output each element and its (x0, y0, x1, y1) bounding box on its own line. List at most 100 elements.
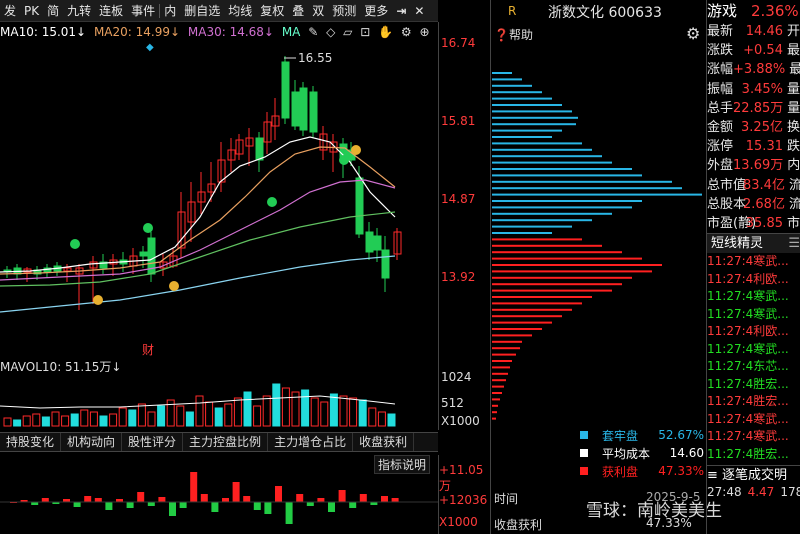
indicator-bar (105, 502, 113, 510)
chip-bar (492, 379, 506, 382)
feed-item[interactable]: 11:27:4寒武... (707, 411, 800, 429)
feed-item[interactable]: 11:27:4寒武... (707, 306, 800, 324)
settings-extra-icon[interactable]: ⊕ (419, 25, 429, 39)
feed-menu-icon[interactable]: ☰ (788, 234, 800, 253)
collapse-icon[interactable]: ≡ (707, 468, 718, 483)
fill-icon[interactable]: ▱ (343, 25, 352, 39)
quote-suffix: 开 (786, 24, 800, 39)
volume-bar (61, 415, 70, 427)
feed-time: 11:27:4 (707, 324, 754, 339)
chip-bar (492, 136, 552, 138)
toolbar-item-jiuzhuan[interactable]: 九转 (63, 0, 95, 22)
chip-bar (492, 417, 496, 420)
toolbar-item-fa[interactable]: 发 (0, 0, 20, 22)
indicator-bar (179, 502, 187, 508)
volume-bar (329, 393, 338, 427)
feed-item[interactable]: 11:27:4胜宏... (707, 393, 800, 411)
feed-item[interactable]: 11:27:4寒武... (707, 288, 800, 306)
chip-stats: 套牢盘 52.67% 平均成本 14.60 获利盘 47.33% (580, 426, 704, 480)
toolbar-item-pk[interactable]: PK (20, 0, 43, 22)
price-tick: 15.81 (441, 114, 476, 128)
indicator-bars-group (10, 472, 399, 524)
indicator-bar (359, 494, 367, 502)
toolbar-item-dual[interactable]: 双 (308, 0, 328, 22)
volume-bar (272, 383, 281, 427)
close-icon[interactable]: ✕ (410, 0, 428, 22)
tab-main-control[interactable]: 主力控盘比例 (183, 433, 269, 451)
volume-chart[interactable] (0, 360, 438, 430)
lock-icon[interactable]: ⊡ (360, 25, 370, 39)
quote-label: 总市值 (707, 177, 747, 193)
deal-row: 27:48 4.47 1788 (707, 485, 800, 499)
tab-stock-score[interactable]: 股性评分 (122, 433, 184, 451)
chip-bar (492, 257, 642, 260)
chip-stat-trapped: 套牢盘 52.67% (580, 426, 704, 444)
kline-chart[interactable]: 16.55 财 ◆ (0, 42, 438, 362)
indicator-unit: X1000 (439, 515, 478, 529)
indicator-bar (232, 482, 240, 502)
indicator-tick: +11.05万 (439, 463, 484, 493)
erase-icon[interactable]: ◇ (326, 25, 335, 39)
feed-header[interactable]: 短线精灵 ☰ (707, 233, 800, 254)
feed-time: 11:27:4 (707, 306, 754, 321)
chip-bar (492, 212, 612, 215)
toolbar-item-nei[interactable]: 内 (160, 0, 180, 22)
quote-value: 15.31 (745, 139, 783, 155)
tab-holding-change[interactable]: 持股变化 (0, 433, 62, 451)
chip-bar (492, 385, 504, 388)
feed-item[interactable]: 11:27:4寒武... (707, 341, 800, 359)
volume-bar (368, 407, 377, 427)
feed-text: 寒武... (753, 429, 789, 444)
volume-bar (128, 409, 137, 427)
volume-bar (109, 413, 118, 427)
toolbar-item-ma[interactable]: 均线 (224, 0, 256, 22)
candle-body (299, 87, 308, 131)
feed-item[interactable]: 11:27:4利欧... (707, 271, 800, 289)
quote-suffix: 最 (789, 60, 800, 79)
quote-row: 振幅 3.45% 量 (707, 80, 800, 99)
volume-bar (339, 395, 348, 427)
toolbar-item-adjust[interactable]: 复权 (256, 0, 288, 22)
chip-bar (492, 315, 562, 318)
volume-bar (118, 407, 127, 427)
toolbar-item-events[interactable]: 事件 (127, 0, 159, 22)
tab-close-profit[interactable]: 收盘获利 (353, 433, 415, 451)
volume-bar (176, 405, 185, 427)
volume-unit: X1000 (441, 414, 480, 428)
volume-bar (281, 387, 290, 427)
draw-pen-icon[interactable]: ✎ (308, 25, 318, 39)
price-tick: 13.92 (441, 270, 476, 284)
sector-label: 游戏 (707, 2, 738, 20)
feed-item[interactable]: 11:27:4胜宏... (707, 376, 800, 394)
tab-main-increase[interactable]: 主力增仓占比 (268, 433, 354, 451)
hand-icon[interactable]: ✋ (378, 25, 393, 39)
gear-icon[interactable]: ⚙ (401, 25, 412, 39)
chip-bar (492, 180, 672, 183)
feed-item[interactable]: 11:27:4利欧... (707, 323, 800, 341)
indicator-bar (306, 502, 314, 506)
indicator-chart[interactable] (0, 470, 438, 534)
toolbar-item-remove-favorite[interactable]: 删自选 (180, 0, 224, 22)
feed-item[interactable]: 11:27:4东芯... (707, 358, 800, 376)
feed-time: 11:27:4 (707, 446, 754, 461)
deal-header[interactable]: ≡ 逐笔成交明 (707, 465, 800, 485)
close-profit-label: 收盘获利 (494, 518, 543, 532)
volume-bar (99, 415, 108, 427)
chip-stat-profit: 获利盘 47.33% (580, 462, 704, 480)
volume-bar (157, 405, 166, 427)
tab-institution[interactable]: 机构动向 (61, 433, 123, 451)
toolbar-item-lianban[interactable]: 连板 (95, 0, 127, 22)
chip-bar (492, 308, 572, 311)
toolbar-item-jian[interactable]: 简 (43, 0, 63, 22)
feed-item[interactable]: 11:27:4胜宏... (707, 446, 800, 464)
quote-value: 35.85 (745, 215, 783, 231)
quote-value: +0.54 (743, 43, 783, 59)
chip-bar (492, 155, 602, 158)
toolbar-item-more[interactable]: 更多 (360, 0, 392, 22)
feed-item[interactable]: 11:27:4寒武... (707, 428, 800, 446)
feed-text: 胜宏... (753, 376, 789, 391)
toolbar-item-forecast[interactable]: 预测 (328, 0, 360, 22)
feed-item[interactable]: 11:27:4寒武... (707, 253, 800, 271)
expand-arrow-icon[interactable]: ⇥ (392, 0, 410, 22)
toolbar-item-overlay[interactable]: 叠 (288, 0, 308, 22)
